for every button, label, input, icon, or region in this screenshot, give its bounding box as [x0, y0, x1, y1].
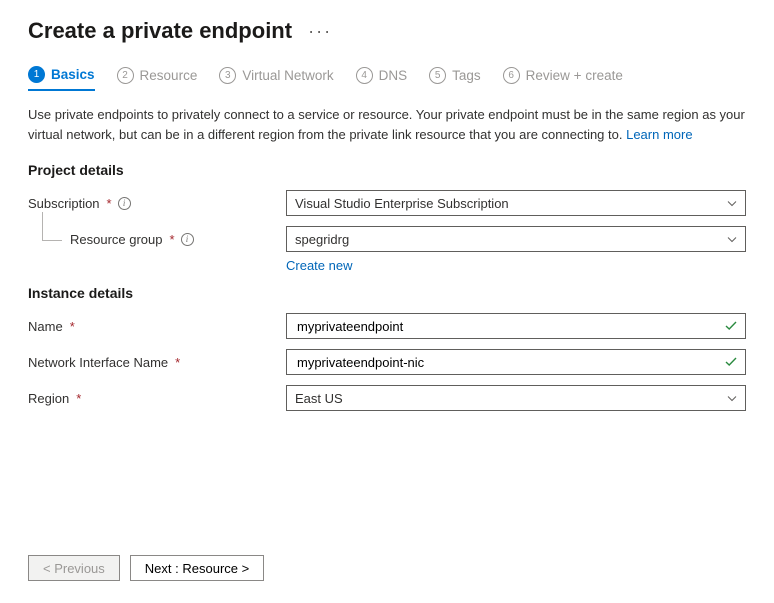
tab-label: DNS	[379, 68, 408, 83]
wizard-footer: < Previous Next : Resource >	[28, 555, 264, 581]
chevron-down-icon	[727, 234, 737, 244]
tab-label: Basics	[51, 67, 95, 82]
learn-more-link[interactable]: Learn more	[626, 127, 692, 142]
subscription-label: Subscription * i	[28, 196, 286, 211]
previous-button[interactable]: < Previous	[28, 555, 120, 581]
tab-review-create[interactable]: 6 Review + create	[503, 66, 623, 91]
tab-label: Review + create	[526, 68, 623, 83]
tab-tags[interactable]: 5 Tags	[429, 66, 481, 91]
step-number: 6	[503, 67, 520, 84]
name-input[interactable]	[295, 318, 725, 335]
tab-label: Resource	[140, 68, 198, 83]
required-marker: *	[107, 196, 112, 211]
chevron-down-icon	[727, 198, 737, 208]
subscription-select[interactable]: Visual Studio Enterprise Subscription	[286, 190, 746, 216]
nic-input[interactable]	[295, 354, 725, 371]
chevron-down-icon	[727, 393, 737, 403]
region-label: Region *	[28, 391, 286, 406]
required-marker: *	[170, 232, 175, 247]
step-number: 1	[28, 66, 45, 83]
name-input-wrap	[286, 313, 746, 339]
page-title: Create a private endpoint	[28, 18, 292, 44]
region-select[interactable]: East US	[286, 385, 746, 411]
description: Use private endpoints to privately conne…	[28, 105, 746, 144]
tab-dns[interactable]: 4 DNS	[356, 66, 408, 91]
tab-basics[interactable]: 1 Basics	[28, 66, 95, 91]
tab-virtual-network[interactable]: 3 Virtual Network	[219, 66, 333, 91]
create-new-link[interactable]: Create new	[286, 258, 352, 273]
required-marker: *	[175, 355, 180, 370]
step-number: 4	[356, 67, 373, 84]
select-value: spegridrg	[295, 232, 349, 247]
required-marker: *	[76, 391, 81, 406]
nic-input-wrap	[286, 349, 746, 375]
name-label: Name *	[28, 319, 286, 334]
step-number: 3	[219, 67, 236, 84]
section-instance-details: Instance details	[28, 285, 746, 301]
info-icon[interactable]: i	[118, 197, 131, 210]
select-value: East US	[295, 391, 343, 406]
check-icon	[725, 319, 737, 334]
section-project-details: Project details	[28, 162, 746, 178]
title-row: Create a private endpoint ···	[28, 18, 746, 44]
resource-group-label: Resource group * i	[28, 232, 286, 247]
step-number: 5	[429, 67, 446, 84]
nic-label: Network Interface Name *	[28, 355, 286, 370]
wizard-tabs: 1 Basics 2 Resource 3 Virtual Network 4 …	[28, 66, 746, 91]
tab-label: Virtual Network	[242, 68, 333, 83]
next-button[interactable]: Next : Resource >	[130, 555, 264, 581]
resource-group-select[interactable]: spegridrg	[286, 226, 746, 252]
info-icon[interactable]: i	[181, 233, 194, 246]
check-icon	[725, 355, 737, 370]
required-marker: *	[70, 319, 75, 334]
step-number: 2	[117, 67, 134, 84]
tab-label: Tags	[452, 68, 481, 83]
select-value: Visual Studio Enterprise Subscription	[295, 196, 509, 211]
more-icon[interactable]: ···	[308, 21, 332, 42]
tab-resource[interactable]: 2 Resource	[117, 66, 198, 91]
